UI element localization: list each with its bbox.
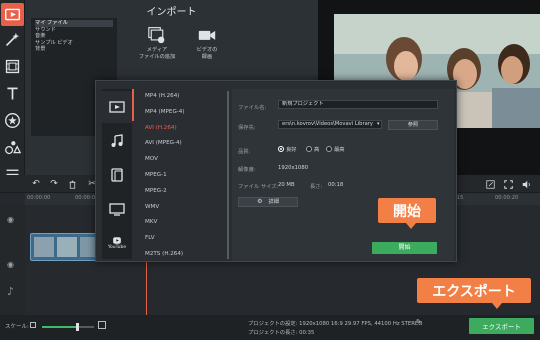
video-format-icon[interactable] <box>102 91 132 123</box>
music-track-icon: ♪ <box>7 285 15 298</box>
format-item[interactable]: MP4 (H.264) <box>145 89 227 105</box>
export-frame-icon[interactable] <box>484 178 496 190</box>
category-my-files[interactable]: マイ ファイル <box>35 20 113 27</box>
media-files-icon <box>148 27 165 44</box>
record-video-label: ビデオの 録画 <box>196 47 218 60</box>
category-backgrounds[interactable]: 背景 <box>35 46 113 53</box>
active-category-indicator <box>132 89 134 121</box>
export-callout: エクスポート <box>417 278 531 309</box>
edit-pencil-icon[interactable]: ✎ <box>416 318 422 326</box>
tool-rail <box>0 0 25 200</box>
format-item[interactable]: MPEG-1 <box>145 168 227 184</box>
tv-icon[interactable] <box>102 193 132 225</box>
audio-note-icon[interactable] <box>102 125 132 157</box>
chevron-down-icon[interactable]: ▾ <box>377 121 380 127</box>
format-item[interactable]: MKV <box>145 215 227 231</box>
category-sounds[interactable]: サウンド <box>35 27 113 34</box>
scale-slider[interactable] <box>42 323 94 331</box>
star-icon[interactable] <box>1 109 24 132</box>
export-button[interactable]: エクスポート <box>469 318 534 334</box>
add-media-files-button[interactable]: メディア ファイルの追加 <box>133 26 181 61</box>
category-music[interactable]: 音楽 <box>35 33 113 40</box>
magic-wand-icon[interactable] <box>1 28 24 51</box>
export-settings-pane: ファイル名: 新規プロジェクト 保存先: ers\n.kovrov\Videos… <box>232 89 454 261</box>
format-item[interactable]: MP4 (MPEG-4) <box>145 105 227 121</box>
quality-option-good[interactable]: 良好 <box>278 145 297 153</box>
browse-button[interactable]: 参照 <box>388 120 438 130</box>
fullscreen-icon[interactable] <box>502 178 514 190</box>
filesize-value: 20 MB <box>278 182 295 188</box>
mobile-device-icon[interactable] <box>102 159 132 191</box>
export-dialog: YouTube MP4 (H.264) MP4 (MPEG-4) AVI (H.… <box>95 80 457 262</box>
import-title: インポート <box>146 7 197 18</box>
quality-option-label: 良好 <box>286 147 297 153</box>
resolution-label: 解像度: <box>238 167 256 173</box>
format-item[interactable]: M2TS (H.264) <box>145 247 227 263</box>
eye-icon[interactable]: ◉ <box>7 260 14 269</box>
format-list-scrollbar[interactable] <box>227 91 229 259</box>
transitions-icon[interactable] <box>1 136 24 159</box>
quality-option-best[interactable]: 最高 <box>326 145 345 153</box>
quality-options: 良好 高 最高 <box>278 145 398 153</box>
format-category-column: YouTube <box>102 89 132 259</box>
zoom-in-icon[interactable] <box>98 321 106 329</box>
scale-slider-knob[interactable] <box>76 323 80 331</box>
details-button[interactable]: ⚙ 詳細 <box>238 197 298 207</box>
format-item[interactable]: AVI (MPEG-4) <box>145 136 227 152</box>
radio-icon <box>278 146 284 152</box>
format-item[interactable]: WMV <box>145 200 227 216</box>
trash-icon[interactable] <box>66 178 78 190</box>
radio-icon <box>326 146 332 152</box>
volume-icon[interactable] <box>520 178 532 190</box>
scale-slider-fill <box>42 326 78 328</box>
clip-thumbnail <box>34 237 54 257</box>
category-sample-video[interactable]: サンプル ビデオ <box>35 40 113 47</box>
quality-option-label: 最高 <box>334 147 345 153</box>
details-label: 詳細 <box>268 199 279 205</box>
project-length-text: プロジェクトの長さ: 00:35 <box>248 330 315 336</box>
format-item[interactable]: MOV <box>145 152 227 168</box>
redo-icon[interactable]: ↷ <box>48 178 60 190</box>
project-settings-text: プロジェクトの設定: 1920x1080 16:9 29.97 FPS, 441… <box>248 321 423 327</box>
ruler-tick-label: 00:00:20 <box>495 195 519 201</box>
status-bar: スケール: プロジェクトの設定: 1920x1080 16:9 29.97 FP… <box>0 315 540 340</box>
start-callout: 開始 <box>378 198 436 229</box>
quality-option-label: 高 <box>314 147 320 153</box>
eye-icon[interactable]: ◉ <box>7 215 14 224</box>
undo-icon[interactable]: ↶ <box>30 178 42 190</box>
youtube-icon[interactable]: YouTube <box>102 227 132 259</box>
length-value: 00:18 <box>328 182 344 188</box>
clip-thumbnail <box>57 237 77 257</box>
format-item-selected[interactable]: AVI (H.264) <box>145 121 227 137</box>
track-headers: ◉ ◉ ♪ <box>0 205 25 315</box>
radio-icon <box>306 146 312 152</box>
zoom-out-icon[interactable] <box>30 322 36 328</box>
save-to-label: 保存先: <box>238 125 256 131</box>
format-item[interactable]: FLV <box>145 231 227 247</box>
youtube-text: YouTube <box>107 245 127 250</box>
start-button[interactable]: 開始 <box>372 242 437 254</box>
format-item[interactable]: MPEG-2 <box>145 184 227 200</box>
movavi-editor-window: インポート マイ ファイル サウンド 音楽 サンプル ビデオ 背景 メディア フ… <box>0 0 540 340</box>
scale-label: スケール: <box>5 324 29 330</box>
resolution-value: 1920x1080 <box>278 165 309 171</box>
video-camera-icon <box>198 30 216 40</box>
text-icon[interactable] <box>1 82 24 105</box>
length-label: 長さ: <box>310 184 323 190</box>
quality-label: 品質: <box>238 149 251 155</box>
format-list: MP4 (H.264) MP4 (MPEG-4) AVI (H.264) AVI… <box>145 89 227 263</box>
record-video-button[interactable]: ビデオの 録画 <box>183 26 231 61</box>
filename-field[interactable]: 新規プロジェクト <box>278 100 438 109</box>
gear-icon: ⚙ <box>257 198 263 205</box>
film-icon[interactable] <box>1 55 24 78</box>
filesize-label: ファイル サイズ: <box>238 184 279 190</box>
save-to-field[interactable]: ers\n.kovrov\Videos\Movavi Library <box>278 120 382 129</box>
add-media-files-label: メディア ファイルの追加 <box>138 47 176 60</box>
import-icon[interactable] <box>1 3 24 26</box>
quality-option-high[interactable]: 高 <box>306 145 319 153</box>
ruler-tick-label: 00:00:00 <box>27 195 51 201</box>
filename-label: ファイル名: <box>238 105 267 111</box>
